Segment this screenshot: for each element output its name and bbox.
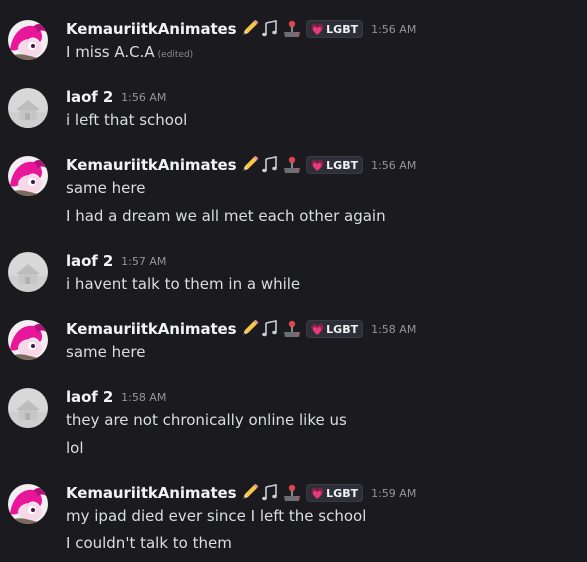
- pink-pony-avatar-icon: [8, 156, 48, 196]
- avatar[interactable]: [8, 88, 48, 128]
- pencil-emoji-icon: [243, 320, 259, 335]
- joystick-emoji-icon: [284, 320, 301, 337]
- pencil-emoji-icon: [243, 484, 259, 499]
- username[interactable]: KemauriitkAnimates: [66, 20, 237, 38]
- avatar[interactable]: [8, 20, 48, 60]
- pink-pony-avatar-icon: [8, 484, 48, 524]
- role-tag[interactable]: 💗 LGBT: [306, 484, 364, 502]
- gray-house-avatar-icon: [8, 388, 48, 428]
- edited-label: (edited): [157, 50, 194, 60]
- message-text: same here: [66, 179, 146, 197]
- message-text: same here: [66, 343, 146, 361]
- role-label: LGBT: [326, 322, 359, 336]
- user-emoji-badges: [240, 484, 302, 502]
- message-content: I miss A.C.A: [66, 43, 155, 61]
- avatar[interactable]: [8, 320, 48, 360]
- pink-heart-icon: 💗: [310, 322, 325, 336]
- timestamp[interactable]: 1:59 AM: [371, 487, 416, 500]
- timestamp[interactable]: 1:56 AM: [371, 23, 416, 36]
- gray-house-avatar-icon: [8, 252, 48, 292]
- message-text: I miss A.C.A (edited): [66, 42, 193, 62]
- role-label: LGBT: [326, 486, 359, 500]
- role-label: LGBT: [326, 22, 359, 36]
- pink-pony-avatar-icon: [8, 20, 48, 60]
- pencil-emoji-icon: [243, 20, 259, 35]
- username[interactable]: KemauriitkAnimates: [66, 320, 237, 338]
- avatar[interactable]: [8, 252, 48, 292]
- username[interactable]: laof 2: [66, 88, 113, 106]
- username[interactable]: KemauriitkAnimates: [66, 484, 237, 502]
- pink-heart-icon: 💗: [310, 22, 325, 36]
- message-text: lol: [66, 439, 84, 457]
- user-emoji-badges: [240, 320, 302, 338]
- pink-heart-icon: 💗: [310, 486, 325, 500]
- pink-heart-icon: 💗: [310, 158, 325, 172]
- timestamp[interactable]: 1:57 AM: [121, 255, 166, 268]
- pink-pony-avatar-icon: [8, 320, 48, 360]
- timestamp[interactable]: 1:56 AM: [121, 91, 166, 104]
- chat-messages: KemauriitkAnimates 💗 LGBT 1:56 AM I miss…: [0, 0, 587, 562]
- message-text: i left that school: [66, 111, 188, 129]
- gray-house-avatar-icon: [8, 88, 48, 128]
- role-label: LGBT: [326, 158, 359, 172]
- message-text: I couldn't talk to them: [66, 534, 232, 552]
- user-emoji-badges: [240, 20, 302, 38]
- music-notes-emoji-icon: [262, 484, 278, 501]
- message-text: i havent talk to them in a while: [66, 275, 301, 293]
- music-notes-emoji-icon: [262, 156, 278, 173]
- music-notes-emoji-icon: [262, 320, 278, 337]
- timestamp[interactable]: 1:58 AM: [371, 323, 416, 336]
- role-tag[interactable]: 💗 LGBT: [306, 320, 364, 338]
- timestamp[interactable]: 1:58 AM: [121, 391, 166, 404]
- timestamp[interactable]: 1:56 AM: [371, 159, 416, 172]
- joystick-emoji-icon: [284, 484, 301, 501]
- avatar[interactable]: [8, 156, 48, 196]
- music-notes-emoji-icon: [262, 20, 278, 37]
- user-emoji-badges: [240, 156, 302, 174]
- username[interactable]: KemauriitkAnimates: [66, 156, 237, 174]
- role-tag[interactable]: 💗 LGBT: [306, 20, 364, 38]
- avatar[interactable]: [8, 388, 48, 428]
- username[interactable]: laof 2: [66, 252, 113, 270]
- avatar[interactable]: [8, 484, 48, 524]
- pencil-emoji-icon: [243, 156, 259, 171]
- message-text: I had a dream we all met each other agai…: [66, 207, 386, 225]
- username[interactable]: laof 2: [66, 388, 113, 406]
- joystick-emoji-icon: [284, 20, 301, 37]
- joystick-emoji-icon: [284, 156, 301, 173]
- role-tag[interactable]: 💗 LGBT: [306, 156, 364, 174]
- message-text: they are not chronically online like us: [66, 411, 347, 429]
- message-text: my ipad died ever since I left the schoo…: [66, 507, 367, 525]
